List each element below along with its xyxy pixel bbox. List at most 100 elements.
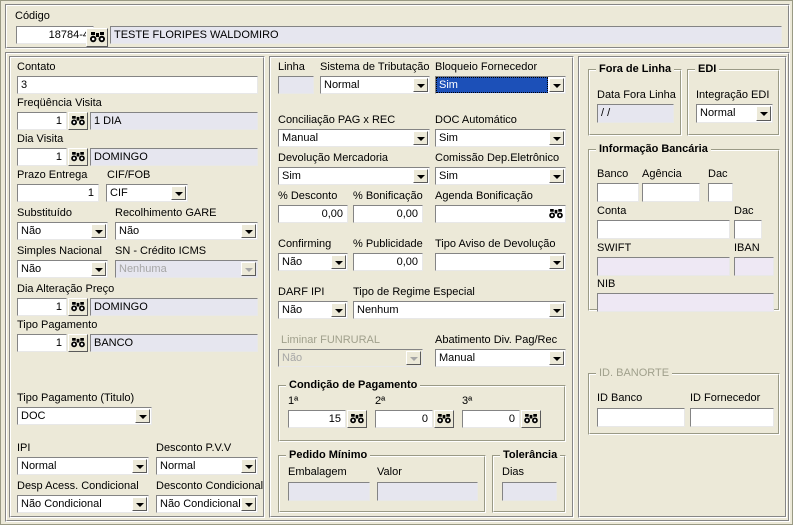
dia-visita-code-input[interactable]: 1 xyxy=(17,148,67,166)
perc-desconto-input[interactable]: 0,00 xyxy=(278,205,348,223)
frequencia-visita-code-input[interactable]: 1 xyxy=(17,112,67,130)
valor-input[interactable] xyxy=(377,482,478,501)
sistema-tributacao-value: Normal xyxy=(324,79,360,91)
recolhimento-gare-select[interactable]: Não xyxy=(115,222,258,240)
informacao-bancaria-legend: Informação Bancária xyxy=(596,143,711,155)
frequencia-visita-desc: 1 DIA xyxy=(90,112,258,130)
tipo-aviso-devolucao-select[interactable] xyxy=(435,253,566,271)
chevron-down-icon[interactable] xyxy=(132,497,147,511)
chevron-down-icon[interactable] xyxy=(241,459,256,473)
chevron-down-icon[interactable] xyxy=(413,131,428,145)
chevron-down-icon[interactable] xyxy=(549,78,564,92)
darf-ipi-label: DARF IPI xyxy=(278,286,325,298)
confirming-select[interactable]: Não xyxy=(278,253,348,271)
banco-input[interactable] xyxy=(597,183,639,202)
chevron-down-icon[interactable] xyxy=(171,186,186,200)
recolhimento-gare-label: Recolhimento GARE xyxy=(115,207,217,219)
codigo-input[interactable]: 18784-4 xyxy=(16,26,94,44)
dia-alteracao-preco-code-input[interactable]: 1 xyxy=(17,298,67,316)
chevron-down-icon[interactable] xyxy=(132,459,147,473)
desp-acess-condicional-select[interactable]: Não Condicional xyxy=(17,495,149,513)
ipi-select[interactable]: Normal xyxy=(17,457,149,475)
sistema-tributacao-select[interactable]: Normal xyxy=(320,76,430,94)
binoculars-icon xyxy=(549,209,563,219)
chevron-down-icon[interactable] xyxy=(549,131,564,145)
condicao-2-search-button[interactable] xyxy=(434,410,454,428)
iban-input[interactable] xyxy=(734,257,774,276)
bloqueio-fornecedor-select[interactable]: Sim xyxy=(435,76,566,94)
darf-ipi-select[interactable]: Não xyxy=(278,301,348,319)
desconto-pvv-value: Normal xyxy=(160,460,196,472)
swift-input[interactable] xyxy=(597,257,730,276)
devolucao-mercadoria-select[interactable]: Sim xyxy=(278,167,430,185)
frequencia-visita-search-button[interactable] xyxy=(68,112,88,130)
dac1-input[interactable] xyxy=(708,183,733,202)
chevron-down-icon[interactable] xyxy=(549,351,564,365)
comissao-dep-eletronico-select[interactable]: Sim xyxy=(435,167,566,185)
chevron-down-icon[interactable] xyxy=(549,169,564,183)
chevron-down-icon[interactable] xyxy=(549,255,564,269)
codigo-panel: Código 18784-4 TESTE FLORIPES WALDOMIRO xyxy=(5,4,790,49)
substituido-select[interactable]: Não xyxy=(17,222,108,240)
chevron-down-icon[interactable] xyxy=(549,303,564,317)
chevron-down-icon[interactable] xyxy=(91,262,106,276)
chevron-down-icon[interactable] xyxy=(241,497,256,511)
condicao-1-search-button[interactable] xyxy=(347,410,367,428)
binoculars-icon xyxy=(71,152,85,162)
integracao-edi-value: Normal xyxy=(700,107,736,119)
substituido-value: Não xyxy=(21,225,42,237)
chevron-down-icon[interactable] xyxy=(331,303,346,317)
integracao-edi-select[interactable]: Normal xyxy=(696,104,773,123)
dia-visita-search-button[interactable] xyxy=(68,148,88,166)
contato-input[interactable]: 3 xyxy=(17,76,258,94)
swift-label: SWIFT xyxy=(597,242,632,254)
id-fornecedor-input[interactable] xyxy=(690,408,774,427)
condicao-3-input[interactable]: 0 xyxy=(462,410,520,428)
dia-visita-label: Dia Visita xyxy=(17,133,64,145)
dac2-input[interactable] xyxy=(734,220,762,239)
agencia-input[interactable] xyxy=(642,183,700,202)
nib-input[interactable] xyxy=(597,293,774,312)
chevron-down-icon[interactable] xyxy=(331,255,346,269)
desconto-condicional-select[interactable]: Não Condicional xyxy=(156,495,258,513)
agenda-bonificacao-search-button[interactable] xyxy=(547,206,565,222)
prazo-entrega-input[interactable]: 1 xyxy=(17,184,99,202)
condicao-3-search-button[interactable] xyxy=(521,410,541,428)
id-fornecedor-label: ID Fornecedor xyxy=(690,392,761,404)
chevron-down-icon[interactable] xyxy=(241,224,256,238)
embalagem-input[interactable] xyxy=(288,482,370,501)
codigo-search-button[interactable] xyxy=(86,28,108,47)
confirming-value: Não xyxy=(282,256,303,268)
dia-alteracao-preco-search-button[interactable] xyxy=(68,298,88,316)
cif-fob-select[interactable]: CIF xyxy=(106,184,188,202)
simples-nacional-select[interactable]: Não xyxy=(17,260,108,278)
id-banco-input[interactable] xyxy=(597,408,685,427)
doc-automatico-select[interactable]: Sim xyxy=(435,129,566,147)
condicao-2-input[interactable]: 0 xyxy=(375,410,433,428)
tipo-pagamento-search-button[interactable] xyxy=(68,334,88,352)
condicao-1-label: 1ª xyxy=(288,395,299,407)
substituido-label: Substituído xyxy=(17,207,73,219)
perc-bonificacao-input[interactable]: 0,00 xyxy=(353,205,423,223)
contato-label: Contato xyxy=(17,61,56,73)
tolerancia-group: Tolerância Dias xyxy=(492,449,566,513)
abatimento-div-select[interactable]: Manual xyxy=(435,349,566,367)
conta-input[interactable] xyxy=(597,220,730,239)
chevron-down-icon[interactable] xyxy=(91,224,106,238)
tipo-pagamento-code-input[interactable]: 1 xyxy=(17,334,67,352)
chevron-down-icon[interactable] xyxy=(135,409,150,423)
perc-publicidade-input[interactable]: 0,00 xyxy=(353,253,423,271)
chevron-down-icon[interactable] xyxy=(413,78,428,92)
data-fora-linha-input[interactable]: / / xyxy=(597,104,674,123)
cif-fob-value: CIF xyxy=(110,187,128,199)
tolerancia-dias-input[interactable] xyxy=(502,482,557,501)
chevron-down-icon[interactable] xyxy=(756,106,771,121)
conciliacao-pag-rec-select[interactable]: Manual xyxy=(278,129,430,147)
desconto-pvv-select[interactable]: Normal xyxy=(156,457,258,475)
linha-input[interactable] xyxy=(278,76,314,94)
desp-acess-condicional-label: Desp Acess. Condicional xyxy=(17,480,139,492)
condicao-1-input[interactable]: 15 xyxy=(288,410,346,428)
tipo-regime-especial-select[interactable]: Nenhum xyxy=(353,301,566,319)
chevron-down-icon[interactable] xyxy=(413,169,428,183)
tipo-pagamento-titulo-select[interactable]: DOC xyxy=(17,407,152,425)
